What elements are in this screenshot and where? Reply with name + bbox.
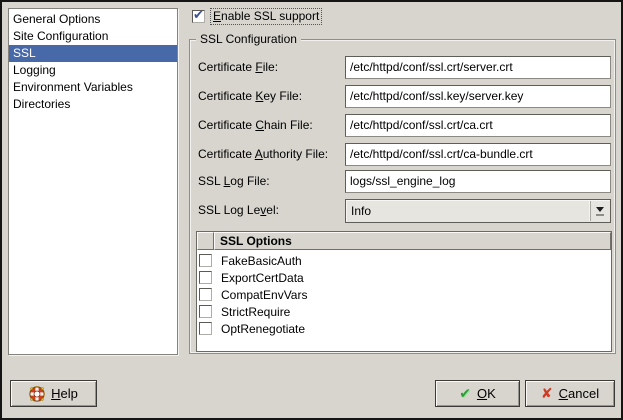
ok-button[interactable]: ✔ OK [435,380,520,407]
ssl-options-column-header[interactable]: SSL Options [214,232,611,250]
table-row-fakebasicauth[interactable]: ✔ FakeBasicAuth [197,252,611,269]
certificate-key-file-input[interactable]: /etc/httpd/conf/ssl.key/server.key [345,85,611,108]
checkbox-column-header[interactable] [197,232,214,250]
optrenegotiate-checkbox[interactable]: ✔ [199,322,212,335]
label-text: Certificate [198,60,255,74]
table-row-exportcertdata[interactable]: ✔ ExportCertData [197,269,611,286]
label-text: hain File: [264,118,313,132]
certificate-key-file-label: Certificate Key File: [198,85,302,108]
label-text: el: [266,203,279,217]
help-button-label: Help [51,386,78,401]
option-label: StrictRequire [221,305,290,319]
table-row-optrenegotiate[interactable]: ✔ OptRenegotiate [197,320,611,337]
cancel-button[interactable]: ✘ Cancel [525,380,615,407]
fakebasicauth-checkbox[interactable]: ✔ [199,254,212,267]
help-button[interactable]: Help [10,380,97,407]
label-text: Certificate [198,89,255,103]
label-mnemonic: C [559,386,568,401]
ssl-log-level-select[interactable]: Info [345,199,611,223]
life-preserver-icon [29,386,45,402]
check-icon: ✔ [193,8,204,21]
label-text: ey File: [263,89,302,103]
certificate-authority-file-label: Certificate Authority File: [198,143,328,166]
label-text: SSL Log Le [198,203,260,217]
certificate-authority-file-input[interactable]: /etc/httpd/conf/ssl.crt/ca-bundle.crt [345,143,611,166]
ssl-options-table-header: SSL Options [197,232,611,250]
label-mnemonic: F [255,60,262,74]
strictrequire-checkbox[interactable]: ✔ [199,305,212,318]
label-mnemonic: O [477,386,487,401]
enable-ssl-checkbox[interactable]: ✔ [192,10,205,23]
sidebar-item-environment-variables[interactable]: Environment Variables [9,79,177,96]
cancel-button-label: Cancel [559,386,599,401]
table-row-compatenvvars[interactable]: ✔ CompatEnvVars [197,286,611,303]
label-mnemonic: H [51,386,60,401]
label-mnemonic: C [255,118,264,132]
option-label: FakeBasicAuth [221,254,302,268]
ssl-log-level-value: Info [351,204,371,218]
label-text: uthority File: [263,147,328,161]
label-text: Certificate [198,147,255,161]
label-text: SSL [198,174,224,188]
option-label: CompatEnvVars [221,288,307,302]
enable-ssl-label[interactable]: Enable SSL support [210,8,322,25]
enable-ssl-row: ✔ Enable SSL support [192,7,322,25]
sidebar-item-directories[interactable]: Directories [9,96,177,113]
chevron-down-icon[interactable] [590,201,609,221]
ssl-log-file-input[interactable]: logs/ssl_engine_log [345,170,611,193]
option-label: OptRenegotiate [221,322,305,336]
sidebar-item-ssl[interactable]: SSL [9,45,177,62]
ssl-log-level-label: SSL Log Level: [198,199,279,222]
label-text: elp [61,386,78,401]
sidebar-item-logging[interactable]: Logging [9,62,177,79]
option-label: ExportCertData [221,271,304,285]
category-list: General Options Site Configuration SSL L… [8,8,178,355]
enable-ssl-label-post: nable SSL support [221,9,319,23]
ssl-log-file-label: SSL Log File: [198,170,270,193]
ssl-configuration-frame-title: SSL Configuration [196,32,301,46]
enable-ssl-label-mnemonic: E [213,9,221,23]
label-text: og File: [230,174,269,188]
certificate-file-input[interactable]: /etc/httpd/conf/ssl.crt/server.crt [345,56,611,79]
ssl-options-table-body: ✔ FakeBasicAuth ✔ ExportCertData ✔ Compa… [197,250,611,351]
label-text: Certificate [198,118,255,132]
compatenvvars-checkbox[interactable]: ✔ [199,288,212,301]
x-icon: ✘ [541,385,553,402]
table-row-strictrequire[interactable]: ✔ StrictRequire [197,303,611,320]
ssl-options-table: SSL Options ✔ FakeBasicAuth ✔ ExportCert… [196,231,612,352]
sidebar-item-general-options[interactable]: General Options [9,11,177,28]
dialog-window: General Options Site Configuration SSL L… [0,0,623,420]
certificate-file-label: Certificate File: [198,56,278,79]
exportcertdata-checkbox[interactable]: ✔ [199,271,212,284]
label-text: ancel [568,386,599,401]
label-mnemonic: A [255,147,263,161]
label-text: K [487,386,496,401]
sidebar-item-site-configuration[interactable]: Site Configuration [9,28,177,45]
checkmark-icon: ✔ [459,385,471,402]
label-text: ile: [263,60,278,74]
ok-button-label: OK [477,386,496,401]
certificate-chain-file-input[interactable]: /etc/httpd/conf/ssl.crt/ca.crt [345,114,611,137]
certificate-chain-file-label: Certificate Chain File: [198,114,313,137]
